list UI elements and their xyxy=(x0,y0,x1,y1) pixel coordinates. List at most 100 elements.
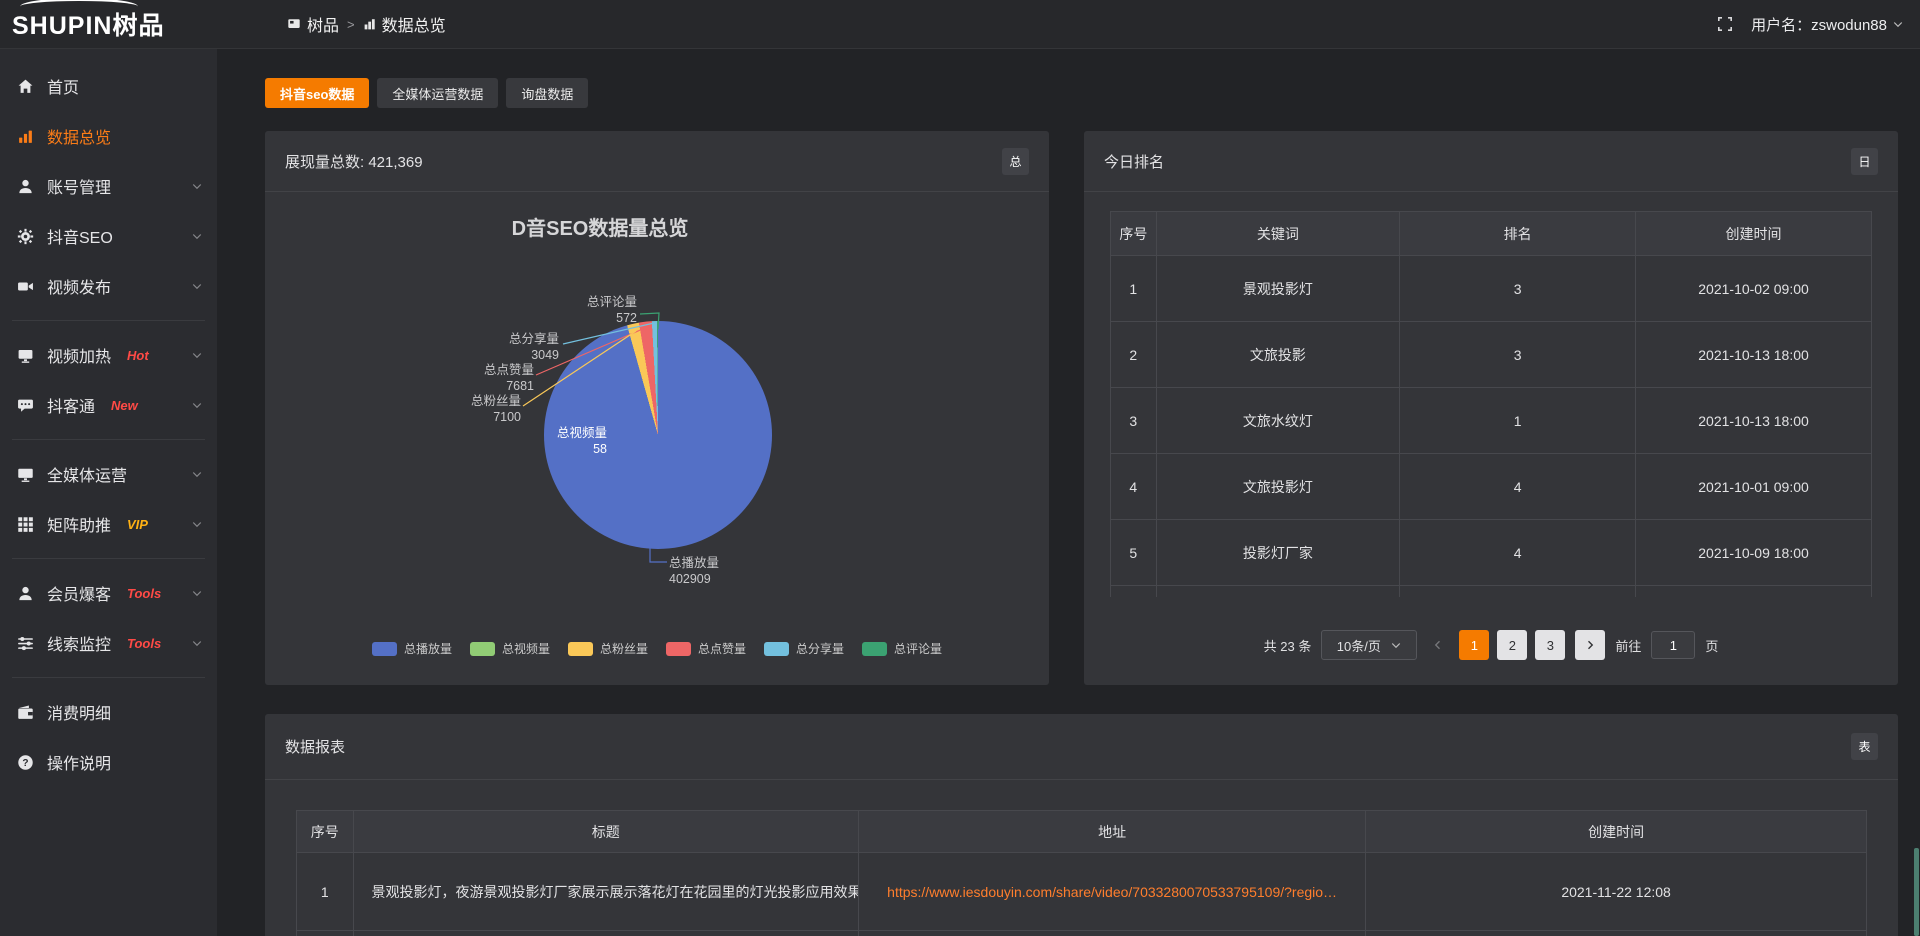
legend-item-5[interactable]: 总评论量 xyxy=(853,640,951,657)
pie-label-likes: 总点赞量7681 xyxy=(484,362,534,394)
breadcrumb: 树品 > 数据总览 xyxy=(287,12,446,36)
table-row-cut xyxy=(1111,586,1872,598)
sidebar-item-video-publish[interactable]: 视频发布 xyxy=(0,261,217,311)
chevron-down-icon xyxy=(191,280,203,292)
sidebar-item-home[interactable]: 首页 xyxy=(0,61,217,111)
table-cell: 景观投影灯 xyxy=(1156,256,1400,322)
grid-icon xyxy=(17,516,34,533)
sliders-icon xyxy=(17,635,34,652)
report-link[interactable]: https://www.iesdouyin.com/share/video/70… xyxy=(859,853,1366,931)
legend-label: 总点赞量 xyxy=(698,640,746,657)
ranking-panel-title: 今日排名 xyxy=(1104,151,1164,172)
pie-label-plays: 总播放量402909 xyxy=(669,555,719,587)
topbar-right: 用户名：zswodun88 xyxy=(1717,14,1920,35)
legend-swatch xyxy=(470,642,495,656)
column-header: 序号 xyxy=(1111,212,1157,256)
prev-page-button[interactable] xyxy=(1427,639,1449,651)
sidebar-item-video-heating[interactable]: 视频加热Hot xyxy=(0,330,217,380)
sidebar-item-label: 数据总览 xyxy=(47,124,111,148)
pagination: 共 23 条 10条/页 123 前往 页 xyxy=(1084,630,1898,660)
sidebar-item-member-burst[interactable]: 会员爆客Tools xyxy=(0,568,217,618)
breadcrumb-current[interactable]: 数据总览 xyxy=(363,12,446,36)
chevron-down-icon xyxy=(1892,18,1904,30)
scrollbar-thumb[interactable] xyxy=(1914,848,1919,936)
chat-icon xyxy=(17,397,34,414)
legend-swatch xyxy=(568,642,593,656)
legend-swatch xyxy=(372,642,397,656)
sidebar-item-matrix-boost[interactable]: 矩阵助推VIP xyxy=(0,499,217,549)
table-badge-button[interactable]: 表 xyxy=(1851,733,1878,760)
table-row: 3文旅水纹灯12021-10-13 18:00 xyxy=(1111,388,1872,454)
sidebar-item-label: 全媒体运营 xyxy=(47,462,127,486)
sidebar-menu: 首页数据总览账号管理抖音SEO 视频发布视频加热Hot抖客通New 全媒体运营矩阵助… xyxy=(0,61,217,787)
sidebar-item-label: 消费明细 xyxy=(47,700,111,724)
table-cell: 5 xyxy=(1111,520,1157,586)
chevron-down-icon xyxy=(191,637,203,649)
legend-label: 总视频量 xyxy=(502,640,550,657)
gear-icon xyxy=(17,228,34,245)
table-row: 2文旅投影32021-10-13 18:00 xyxy=(1111,322,1872,388)
app-logo-text: SHUPIN树品 xyxy=(12,6,164,42)
legend-item-1[interactable]: 总视频量 xyxy=(461,640,559,657)
chevron-down-icon xyxy=(191,230,203,242)
sidebar-item-label: 视频发布 xyxy=(47,274,111,298)
user-menu[interactable]: 用户名：zswodun88 xyxy=(1751,14,1904,35)
sidebar-item-data-overview[interactable]: 数据总览 xyxy=(0,111,217,161)
page-size-select[interactable]: 10条/页 xyxy=(1321,630,1417,660)
tab-2[interactable]: 询盘数据 xyxy=(506,78,588,108)
legend-item-2[interactable]: 总粉丝量 xyxy=(559,640,657,657)
data-tabs: 抖音seo数据全媒体运营数据询盘数据 xyxy=(265,78,1898,108)
chevron-down-icon xyxy=(191,180,203,192)
table-cell: 2021-10-01 09:00 xyxy=(1636,454,1872,520)
sidebar-item-douyin-seo[interactable]: 抖音SEO xyxy=(0,211,217,261)
bar-chart-icon xyxy=(363,18,376,31)
legend-item-0[interactable]: 总播放量 xyxy=(363,640,461,657)
pie-label-shares: 总分享量3049 xyxy=(509,331,559,363)
table-cell: 2021-10-09 18:00 xyxy=(1636,520,1872,586)
table-cell: 3 xyxy=(1111,388,1157,454)
video-icon xyxy=(17,278,34,295)
table-cell: 2021-10-02 09:00 xyxy=(1636,256,1872,322)
screen-icon xyxy=(17,347,34,364)
next-page-button[interactable] xyxy=(1575,630,1605,660)
ranking-panel: 今日排名 日 序号关键词排名创建时间 1 景观投影灯 3 2021-10-02 09:0… xyxy=(1084,131,1898,685)
total-badge-button[interactable]: 总 xyxy=(1002,148,1029,175)
day-badge-button[interactable]: 日 xyxy=(1851,148,1878,175)
legend-item-4[interactable]: 总分享量 xyxy=(755,640,853,657)
legend-item-3[interactable]: 总点赞量 xyxy=(657,640,755,657)
sidebar-item-badge: Tools xyxy=(127,636,161,651)
ranking-panel-header: 今日排名 日 xyxy=(1084,131,1898,192)
page-buttons: 123 xyxy=(1459,630,1565,660)
fullscreen-icon[interactable] xyxy=(1717,16,1733,32)
home-icon xyxy=(17,78,34,95)
chart-title: D音SEO数据量总览 xyxy=(500,212,700,241)
sidebar-item-consumption-detail[interactable]: 消费明细 xyxy=(0,687,217,737)
page-button-1[interactable]: 1 xyxy=(1459,630,1489,660)
sidebar-item-douketong[interactable]: 抖客通New xyxy=(0,380,217,430)
sidebar-item-badge: VIP xyxy=(127,517,148,532)
sidebar-item-operation-guide[interactable]: ?操作说明 xyxy=(0,737,217,787)
sidebar-item-all-media-operation[interactable]: 全媒体运营 xyxy=(0,449,217,499)
sidebar-item-clue-monitor[interactable]: 线索监控Tools xyxy=(0,618,217,668)
column-header: 排名 xyxy=(1400,212,1636,256)
overview-panel-header: 展现量总数: 421,369 总 xyxy=(265,131,1049,192)
goto-page-input[interactable] xyxy=(1651,631,1695,659)
page-button-3[interactable]: 3 xyxy=(1535,630,1565,660)
username-label: 用户名：zswodun88 xyxy=(1751,14,1887,35)
table-cell: 2 xyxy=(1111,322,1157,388)
sidebar-divider xyxy=(12,677,205,678)
breadcrumb-root[interactable]: 树品 xyxy=(287,12,339,36)
main-content: 抖音seo数据全媒体运营数据询盘数据 展现量总数: 421,369 总 D音SE… xyxy=(217,49,1920,936)
sidebar-item-account-management[interactable]: 账号管理 xyxy=(0,161,217,211)
tab-0[interactable]: 抖音seo数据 xyxy=(265,78,369,108)
tab-1[interactable]: 全媒体运营数据 xyxy=(377,78,498,108)
topbar: SHUPIN树品 树品 > 数据总览 用户名：zswodun88 xyxy=(0,0,1920,49)
sidebar-item-label: 操作说明 xyxy=(47,750,111,774)
ranking-table: 序号关键词排名创建时间1景观投影灯32021-10-02 09:002文旅投影3… xyxy=(1110,211,1872,597)
column-header: 创建时间 xyxy=(1366,811,1867,853)
page-button-2[interactable]: 2 xyxy=(1497,630,1527,660)
report-panel-title: 数据报表 xyxy=(285,736,345,757)
table-row: 4文旅投影灯42021-10-01 09:00 xyxy=(1111,454,1872,520)
table-header-row: 序号关键词排名创建时间 xyxy=(1111,212,1872,256)
chevron-down-icon xyxy=(191,518,203,530)
